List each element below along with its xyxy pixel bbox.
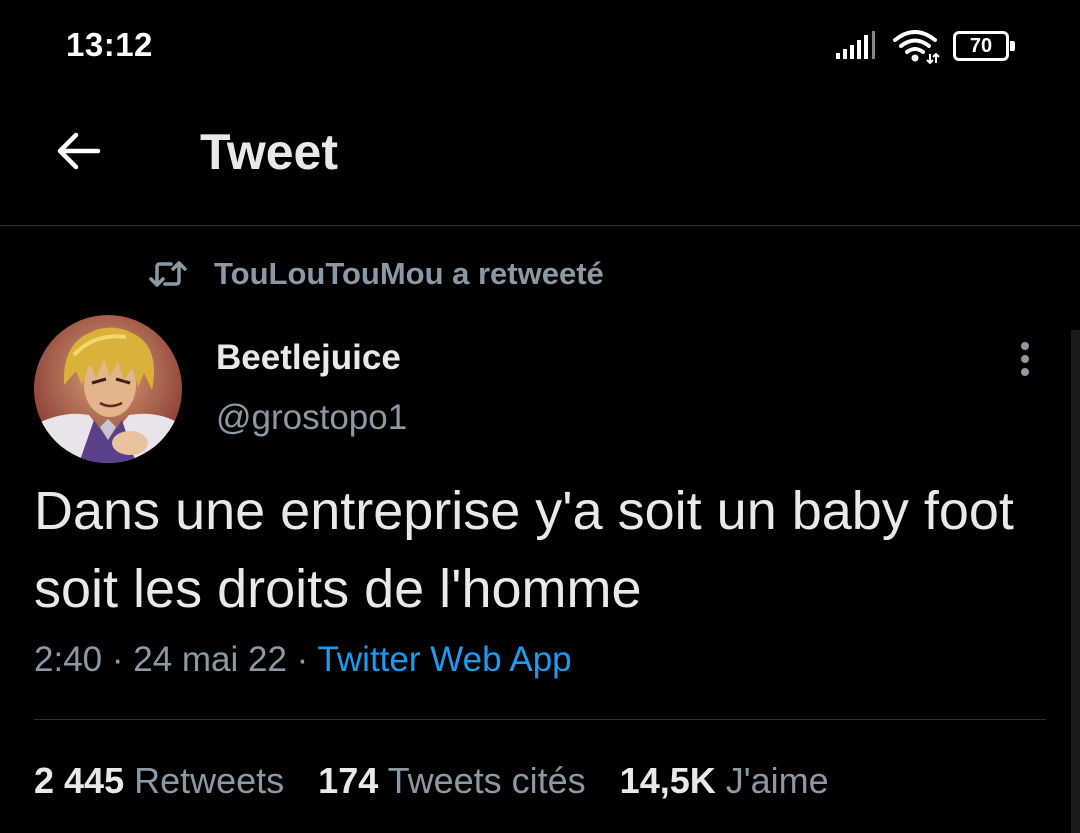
meta-separator: · xyxy=(286,640,318,679)
avatar-image xyxy=(34,315,182,463)
likes-stat[interactable]: 14,5K J'aime xyxy=(620,760,829,802)
retweet-context-label: TouLouTouMou a retweeté xyxy=(214,256,604,291)
status-bar: 13:12 70 xyxy=(0,0,1080,95)
scrollbar[interactable] xyxy=(1071,330,1080,833)
retweets-label: Retweets xyxy=(124,760,285,801)
battery-icon: 70 xyxy=(953,31,1015,61)
divider xyxy=(34,719,1046,720)
more-options-button[interactable] xyxy=(1006,336,1044,382)
retweet-context[interactable]: TouLouTouMou a retweeté xyxy=(148,254,604,294)
tweet-source-link[interactable]: Twitter Web App xyxy=(317,640,571,679)
more-dot xyxy=(1021,368,1029,376)
tweet-text: Dans une entreprise y'a soit un baby foo… xyxy=(34,481,1014,619)
battery-cap xyxy=(1010,41,1015,51)
likes-count: 14,5K xyxy=(619,760,716,801)
wifi-icon xyxy=(893,30,940,64)
more-vertical-icon xyxy=(1021,342,1029,350)
tweet-time: 2:40 xyxy=(34,640,103,679)
battery-level: 70 xyxy=(969,35,993,57)
more-dot xyxy=(1021,355,1029,363)
author-display-name[interactable]: Beetlejuice xyxy=(216,338,401,378)
status-time: 13:12 xyxy=(66,26,153,63)
top-app-bar: Tweet xyxy=(0,95,1080,226)
signal-icon xyxy=(836,31,875,59)
retweets-count: 2 445 xyxy=(34,760,125,801)
page-title: Tweet xyxy=(200,124,338,180)
meta-separator: · xyxy=(102,640,134,679)
tweet-detail-screen: 13:12 70 Tweet TouLouTouMou a retweeté B… xyxy=(0,0,1080,833)
quotes-count: 174 xyxy=(318,760,379,801)
tweet-stats: 2 445 Retweets 174 Tweets cités 14,5K J'… xyxy=(34,760,863,802)
retweet-icon xyxy=(148,254,188,294)
likes-label: J'aime xyxy=(715,760,829,801)
tweet-date: 24 mai 22 xyxy=(133,640,287,679)
quotes-label: Tweets cités xyxy=(378,760,586,801)
avatar[interactable] xyxy=(34,315,182,463)
retweets-stat[interactable]: 2 445 Retweets xyxy=(34,760,284,802)
arrow-left-icon xyxy=(57,132,101,170)
back-button[interactable] xyxy=(50,123,106,179)
author-handle[interactable]: @grostopo1 xyxy=(216,398,407,438)
quotes-stat[interactable]: 174 Tweets cités xyxy=(318,760,586,802)
tweet-meta: 2:40 · 24 mai 22 · Twitter Web App xyxy=(34,640,572,680)
